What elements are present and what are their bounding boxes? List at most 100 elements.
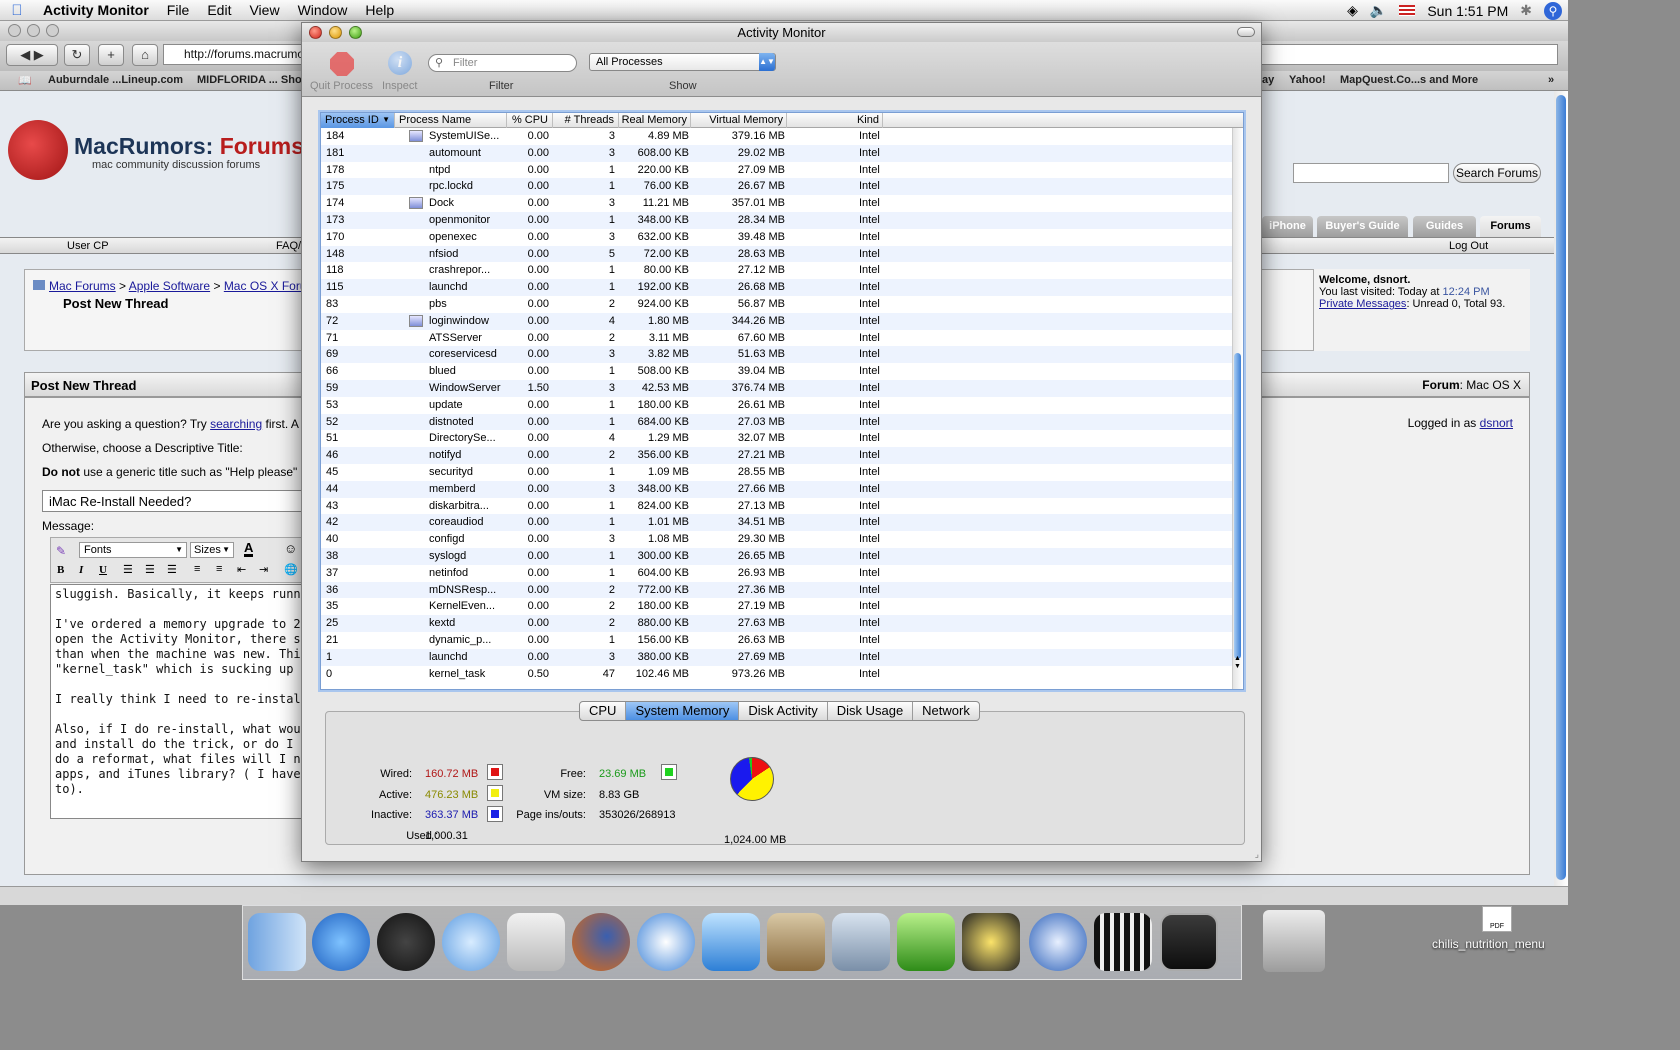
table-row[interactable]: 44 memberd 0.00 3 348.00 KB 27.66 MB Intel [321, 480, 1233, 498]
outdent-icon[interactable]: ⇤ [237, 563, 246, 576]
itunes-icon[interactable] [442, 913, 500, 971]
table-row[interactable]: 36 mDNSResp... 0.00 2 772.00 KB 27.36 MB Intel [321, 581, 1233, 599]
align-left-icon[interactable]: ☰ [123, 563, 133, 576]
mail-icon[interactable] [767, 913, 825, 971]
table-row[interactable]: 45 securityd 0.00 1 1.09 MB 28.55 MB Intel [321, 464, 1233, 481]
bookmarks-book-icon[interactable]: 📖 [18, 74, 32, 87]
table-row[interactable]: 59 WindowServer 1.50 3 42.53 MB 376.74 MB Inte… [321, 379, 1233, 397]
table-row[interactable]: 0 kernel_task 0.50 47 102.46 MB 973.26 MB Inte… [321, 666, 1233, 683]
active-color-swatch[interactable] [487, 785, 503, 801]
scroll-arrows-icon[interactable]: ▲ ▼ [1234, 655, 1241, 671]
table-scroll-thumb[interactable] [1234, 353, 1241, 659]
table-row[interactable]: 83 pbs 0.00 2 924.00 KB 56.87 MB Intel [321, 296, 1233, 313]
thread-title-input[interactable]: iMac Re-Install Needed? [42, 490, 302, 512]
tab-buyers-guide[interactable]: Buyer's Guide [1317, 216, 1408, 237]
table-row[interactable]: 66 blued 0.00 1 508.00 KB 39.04 MB Intel [321, 363, 1233, 380]
tab-disk-usage[interactable]: Disk Usage [828, 702, 914, 720]
logged-in-user-link[interactable]: dsnort [1480, 416, 1513, 430]
table-row[interactable]: 37 netinfod 0.00 1 604.00 KB 26.93 MB Intel [321, 565, 1233, 582]
align-right-icon[interactable]: ☰ [167, 563, 177, 576]
tab-system-memory[interactable]: System Memory [626, 702, 740, 720]
desktop-file-label[interactable]: chilis_nutrition_menu [1432, 937, 1545, 951]
table-row[interactable]: 1 launchd 0.00 3 380.00 KB 27.69 MB Intel [321, 648, 1233, 666]
bookmark-item[interactable]: Yahoo! [1289, 74, 1326, 86]
browser-zoom-icon[interactable] [46, 24, 59, 37]
menu-edit[interactable]: Edit [198, 2, 240, 18]
table-row[interactable]: 40 configd 0.00 3 1.08 MB 29.30 MB Intel [321, 531, 1233, 548]
menu-clock[interactable]: Sun 1:51 PM [1427, 3, 1508, 19]
table-row[interactable]: 46 notifyd 0.00 2 356.00 KB 27.21 MB Intel [321, 447, 1233, 464]
table-row[interactable]: 181 automount 0.00 3 608.00 KB 29.02 MB Intel [321, 144, 1233, 162]
reload-icon[interactable]: ↻ [64, 44, 90, 66]
column-threads[interactable]: # Threads [553, 113, 619, 128]
tab-iphone[interactable]: iPhone [1262, 216, 1313, 237]
breadcrumb-link[interactable]: Mac OS X Foru [224, 279, 307, 293]
quit-process-button[interactable]: Quit Process [310, 80, 373, 92]
faq-link[interactable]: FAQ/ [276, 240, 301, 252]
resize-grip-icon[interactable]: ⌟ [1255, 849, 1259, 860]
dashboard-icon[interactable] [377, 913, 435, 971]
menu-window[interactable]: Window [289, 2, 357, 18]
stop-sign-icon[interactable] [330, 52, 354, 76]
info-icon[interactable]: i [388, 51, 412, 75]
bookmark-item[interactable]: MapQuest.Co...s and More [1340, 74, 1478, 86]
table-row[interactable]: 174 Dock 0.00 3 11.21 MB 357.01 MB Intel [321, 195, 1233, 212]
dvd-player-icon[interactable] [1029, 913, 1087, 971]
table-row[interactable]: 184 SystemUISe... 0.00 3 4.89 MB 379.16 MB Int… [321, 128, 1233, 145]
breadcrumb-link[interactable]: Mac Forums [49, 279, 116, 293]
private-messages-link[interactable]: Private Messages [1319, 298, 1406, 310]
flag-input-icon[interactable] [1399, 5, 1416, 16]
log-out-link[interactable]: Log Out [1449, 240, 1488, 252]
table-row[interactable]: 148 nfsiod 0.00 5 72.00 KB 28.63 MB Intel [321, 245, 1233, 263]
minimize-icon[interactable] [329, 26, 342, 39]
toolbar-toggle-icon[interactable] [1237, 27, 1255, 37]
table-row[interactable]: 69 coreservicesd 0.00 3 3.82 MB 51.63 MB Intel [321, 346, 1233, 364]
table-row[interactable]: 175 rpc.lockd 0.00 1 76.00 KB 26.67 MB Intel [321, 178, 1233, 196]
process-show-select[interactable]: All Processes ▲▼ [589, 53, 776, 71]
site-logo-title[interactable]: MacRumors: Forums [74, 133, 304, 160]
column-real-memory[interactable]: Real Memory [619, 113, 691, 128]
table-row[interactable]: 71 ATSServer 0.00 2 3.11 MB 67.60 MB Intel [321, 330, 1233, 347]
forum-home-icon[interactable] [33, 280, 45, 290]
macrumors-logo-icon[interactable] [8, 120, 68, 180]
new-tab-icon[interactable]: + [98, 44, 124, 66]
close-icon[interactable] [309, 26, 322, 39]
trash-icon[interactable] [1263, 910, 1325, 972]
tab-disk-activity[interactable]: Disk Activity [739, 702, 828, 720]
ichat-icon[interactable] [312, 913, 370, 971]
table-row[interactable]: 25 kextd 0.00 2 880.00 KB 27.63 MB Intel [321, 615, 1233, 632]
table-row[interactable]: 178 ntpd 0.00 1 220.00 KB 27.09 MB Intel [321, 162, 1233, 179]
table-row[interactable]: 21 dynamic_p... 0.00 1 156.00 KB 26.63 MB Inte… [321, 632, 1233, 649]
imovie-icon[interactable] [962, 913, 1020, 971]
column-kind[interactable]: Kind [787, 113, 883, 128]
system-preferences-icon[interactable] [507, 913, 565, 971]
menu-view[interactable]: View [240, 2, 288, 18]
forum-search-input[interactable] [1293, 163, 1449, 183]
microsoft-excel-icon[interactable] [897, 913, 955, 971]
tab-guides[interactable]: Guides [1413, 216, 1476, 237]
volume-icon[interactable]: 🔈 [1370, 2, 1387, 19]
filter-input[interactable]: ⚲ Filter [428, 54, 577, 72]
column-cpu[interactable]: % CPU [507, 113, 553, 128]
inactive-color-swatch[interactable] [487, 806, 503, 822]
wifi-icon[interactable]: ◈ [1347, 2, 1358, 19]
italic-icon[interactable]: I [79, 564, 83, 576]
safari-icon[interactable] [637, 913, 695, 971]
search-forums-button[interactable]: Search Forums [1453, 163, 1541, 183]
remove-format-icon[interactable]: ✎ [56, 544, 66, 558]
browser-minimize-icon[interactable] [27, 24, 40, 37]
home-icon[interactable]: ⌂ [132, 44, 158, 66]
bookmark-item[interactable]: Auburndale ...Lineup.com [48, 74, 183, 86]
indent-icon[interactable]: ⇥ [259, 563, 268, 576]
bluetooth-icon[interactable]: ✱ [1520, 2, 1532, 19]
pdf-file-icon[interactable]: PDF [1482, 906, 1512, 932]
column-process-id[interactable]: Process ID ▼ [321, 113, 395, 128]
inspect-button[interactable]: Inspect [382, 80, 417, 92]
column-process-name[interactable]: Process Name [395, 113, 507, 128]
insert-link-icon[interactable]: 🌐 [284, 563, 298, 576]
table-row[interactable]: 51 DirectorySe... 0.00 4 1.29 MB 32.07 MB Inte… [321, 430, 1233, 447]
table-row[interactable]: 35 KernelEven... 0.00 2 180.00 KB 27.19 MB Int… [321, 598, 1233, 615]
table-row[interactable]: 115 launchd 0.00 1 192.00 KB 26.68 MB Intel [321, 279, 1233, 296]
table-row[interactable]: 52 distnoted 0.00 1 684.00 KB 27.03 MB Intel [321, 413, 1233, 431]
tab-network[interactable]: Network [913, 702, 979, 720]
